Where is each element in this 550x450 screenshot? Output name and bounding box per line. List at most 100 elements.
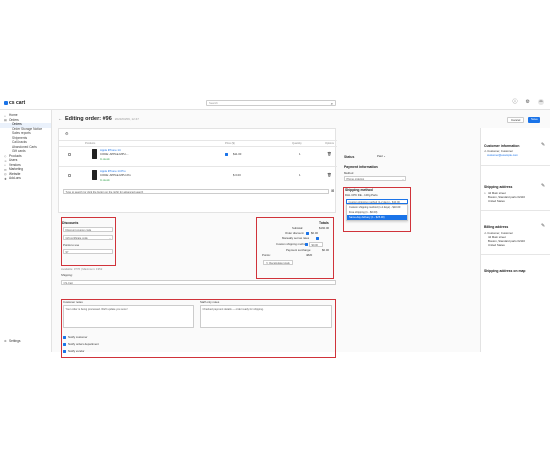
customer-notes-textarea[interactable]: Your order is being processed. We'll upd… (63, 305, 194, 328)
products-panel: ⚙ Products Price ($) Quantity Options Ap… (58, 128, 337, 213)
billing-address-heading: Billing address (484, 225, 509, 229)
sidebar: ⌂ Home ▤ Orders Orders Order Storage Notic… (0, 110, 52, 352)
payment-method-select[interactable]: Phone ordering ⌄ (344, 176, 406, 181)
divider (481, 165, 550, 166)
totals-heading: Totals (319, 221, 329, 225)
gift-certificate-select[interactable]: Gift certificate code ⌄ (63, 235, 113, 240)
search-icon[interactable]: ⌕ (331, 101, 333, 107)
cancel-button[interactable]: Cancel (507, 117, 525, 123)
save-button[interactable]: Save (528, 117, 540, 123)
notify-department-checkbox[interactable] (63, 343, 66, 346)
product-quantity[interactable]: 1 (299, 173, 301, 177)
logo-text: cs cart (9, 100, 26, 106)
stock-status: In stock (100, 157, 110, 161)
divider (59, 140, 337, 141)
notify-vendor-label: Notify vendor (68, 349, 85, 353)
edit-billing-address-icon[interactable]: ✎ (541, 223, 545, 229)
recalculate-label: Recalculate totals (269, 261, 290, 265)
vendors-icon: ⌂ (4, 163, 6, 168)
product-quantity[interactable]: 1 (299, 152, 301, 156)
recalculate-button[interactable]: ↻ Recalculate totals (263, 260, 293, 265)
points-total-value: 4820 (306, 253, 313, 257)
shipping-method-dropdown: Custom shipping method (1-2 days) - $10.… (346, 204, 408, 221)
custom-shipping-checkbox[interactable] (305, 243, 308, 246)
billing-address-line: United States (488, 243, 505, 247)
customer-email-link[interactable]: customer@example.com (487, 153, 518, 157)
product-price[interactable]: $ 0.00 (233, 173, 241, 177)
status-value: Paid (377, 154, 383, 158)
discount-code-input[interactable]: Discount coupon code (63, 227, 113, 232)
custom-shipping-input[interactable]: $0.00 (309, 242, 323, 247)
payment-method-label: Method (344, 171, 354, 175)
customer-info-heading: Customer information (484, 144, 520, 148)
global-search-input[interactable]: Search ⌕ (206, 100, 336, 106)
staff-notes-textarea[interactable]: Checked payment details — order ready fo… (200, 305, 332, 328)
order-date: 2023/03/09, 12:47 (114, 116, 139, 121)
product-search-input[interactable]: Type to search (or click the button on t… (63, 189, 329, 194)
status-select[interactable]: Paid ⌄ (377, 154, 386, 158)
notify-customer-checkbox[interactable] (63, 336, 66, 339)
sidebar-item-label: Settings (9, 338, 21, 343)
custom-shipping-label: Custom shipping method: (276, 242, 308, 246)
chevron-down-icon: ⌄ (108, 236, 111, 240)
col-header-options: Options (325, 142, 334, 145)
notify-customer-label: Notify customer (68, 335, 88, 339)
product-code: CODE: APPLE-MPU-Pro (100, 173, 131, 177)
shipping-method-heading: Shipping method (345, 188, 373, 192)
manual-tax-label: Manually set tax rates (282, 236, 310, 240)
shipping-option-highlighted[interactable]: Same-day delivery (1 - $25.00) (347, 215, 407, 220)
discounts-heading: Discounts (62, 221, 79, 225)
edit-customer-icon[interactable]: ✎ (541, 142, 545, 148)
subtotal-label: Subtotal: (292, 226, 304, 230)
addons-icon: ✚ (4, 176, 7, 181)
edit-shipping-address-icon[interactable]: ✎ (541, 183, 545, 189)
page-title: Editing order: #96 (65, 116, 112, 122)
advanced-search-icon[interactable]: ⊞ (331, 188, 334, 194)
points-available: Available: 3776 | Maximum: 1952 (61, 267, 103, 271)
product-code: CODE: APPLE-MPU-... (100, 152, 129, 156)
delete-icon[interactable]: 🗑 (327, 152, 332, 156)
payment-method-value: Phone ordering (346, 177, 365, 181)
points-input[interactable]: 97 (63, 249, 113, 254)
orders-icon: ▤ (4, 118, 7, 123)
customer-notes-label: Customer notes (63, 300, 83, 304)
product-price[interactable]: $11.00 (233, 152, 241, 156)
notify-vendor-checkbox[interactable] (63, 350, 66, 353)
product-thumbnail (92, 149, 97, 159)
order-discount-checkbox[interactable] (306, 232, 309, 235)
shipping-carrier-select[interactable]: CS-Cart (61, 280, 336, 285)
main-content: ← Editing order: #96 2023/03/09, 12:47 C… (52, 110, 550, 358)
products-icon: ◇ (4, 154, 7, 159)
top-icons: ⓘ ⚙ AA (513, 99, 544, 105)
avatar[interactable]: AA (538, 99, 544, 105)
subtotal-value: $160.00 (319, 226, 330, 230)
gift-certificate-text: Gift certificate code (65, 236, 88, 240)
customer-column: Customer information ✎ ⚠ Customer, Custo… (480, 128, 550, 352)
sidebar-item-settings[interactable]: ⚙ Settings (0, 338, 21, 345)
divider (59, 146, 337, 147)
divider (481, 210, 550, 211)
settings-gear-icon[interactable]: ⚙ (526, 99, 530, 105)
products-settings-icon[interactable]: ⚙ (65, 131, 69, 137)
col-header-products: Products (85, 142, 96, 145)
payment-info-heading: Payment information (344, 165, 378, 169)
staff-notes-label: Staff only notes (200, 300, 220, 304)
sidebar-item-addons[interactable]: ✚ Add-ons (0, 176, 51, 182)
points-label: Points to use (63, 243, 80, 247)
back-arrow-icon[interactable]: ← (58, 116, 62, 122)
order-discount-value[interactable]: $0.00 (311, 231, 318, 235)
row-checkbox[interactable] (68, 153, 71, 156)
logo[interactable]: cs cart (4, 100, 25, 106)
logo-mark-icon (4, 101, 8, 105)
manual-tax-checkbox[interactable] (316, 237, 319, 240)
price-checkbox[interactable] (225, 153, 228, 156)
order-discount-label: Order discount: (285, 231, 305, 235)
delete-icon[interactable]: 🗑 (327, 173, 332, 177)
shipping-carrier-value: CS-Cart (63, 281, 73, 285)
shipping-address-heading: Shipping address (484, 185, 513, 189)
help-icon[interactable]: ⓘ (513, 99, 518, 105)
payment-surcharge-value: $0.00 (322, 248, 329, 252)
row-checkbox[interactable] (68, 174, 71, 177)
location-icon: ⌂ (484, 191, 486, 195)
points-total-label: Points: (262, 253, 271, 257)
